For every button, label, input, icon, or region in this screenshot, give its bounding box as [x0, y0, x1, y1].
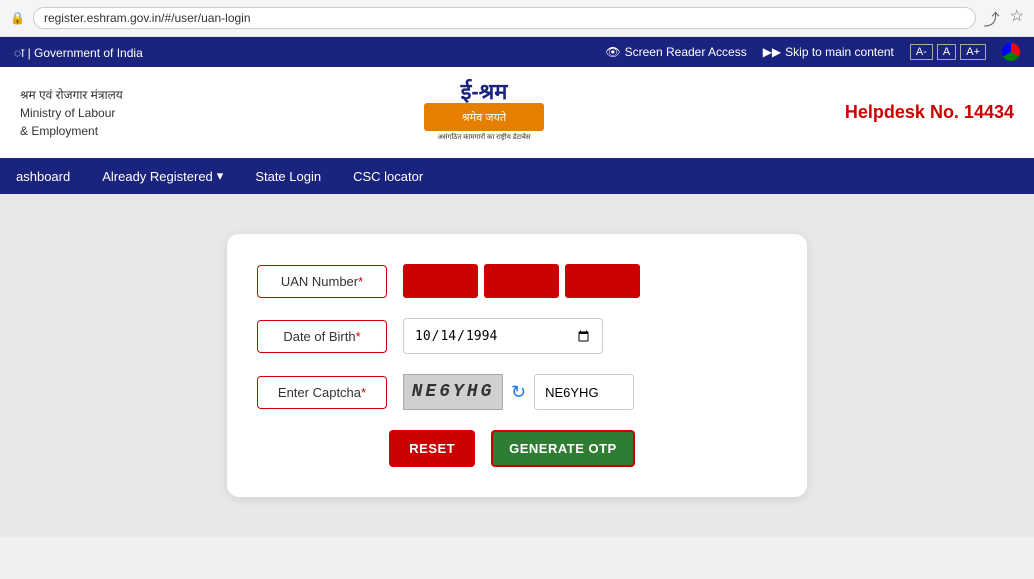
font-normal-button[interactable]: A — [937, 44, 956, 60]
login-form-card: UAN Number* Date of Birth* Enter Captcha… — [227, 234, 807, 497]
top-bar: ा | Government of India 👁 Screen Reader … — [0, 37, 1034, 67]
screen-reader-link[interactable]: 👁 Screen Reader Access — [605, 45, 746, 59]
captcha-text-input[interactable] — [534, 374, 634, 410]
share-icon[interactable]: ⤴ — [984, 6, 1000, 30]
uan-label: UAN Number* — [257, 265, 387, 298]
ministry-english-2: & Employment — [20, 122, 123, 140]
uan-inputs-group — [403, 264, 640, 298]
nav-dashboard[interactable]: ashboard — [0, 159, 86, 194]
nav-state-login-label: State Login — [255, 169, 321, 184]
ministry-info: श्रम एवं रोजगार मंत्रालय Ministry of Lab… — [20, 86, 123, 140]
site-logo: ई-श्रम श्रमेव जयते असंगठित कामगारों का र… — [414, 75, 554, 150]
star-icon[interactable]: ☆ — [1010, 6, 1024, 30]
uan-part-3-input[interactable] — [565, 264, 640, 298]
ministry-english-1: Ministry of Labour — [20, 104, 123, 122]
url-bar[interactable]: register.eshram.gov.in/#/user/uan-login — [33, 7, 976, 29]
dob-input[interactable] — [403, 318, 603, 354]
generate-otp-button[interactable]: GENERATE OTP — [491, 430, 635, 467]
nav-state-login[interactable]: State Login — [239, 159, 337, 194]
dob-row: Date of Birth* — [257, 318, 767, 354]
captcha-image: NE6YHG — [403, 374, 503, 410]
color-circle — [1002, 43, 1020, 61]
font-decrease-button[interactable]: A- — [910, 44, 933, 60]
gov-label: ा | Government of India — [14, 44, 143, 61]
nav-csc-locator-label: CSC locator — [353, 169, 423, 184]
uan-row: UAN Number* — [257, 264, 767, 298]
skip-to-main-link[interactable]: ▶▶ Skip to main content — [763, 45, 894, 59]
browser-bar: 🔒 register.eshram.gov.in/#/user/uan-logi… — [0, 0, 1034, 37]
captcha-row: Enter Captcha* NE6YHG ↻ — [257, 374, 767, 410]
captcha-required-mark: * — [361, 385, 366, 400]
dob-required-mark: * — [356, 329, 361, 344]
screen-reader-icon: 👁 — [605, 45, 620, 59]
svg-text:असंगठित कामगारों का राष्ट्रीय: असंगठित कामगारों का राष्ट्रीय डेटाबेस — [437, 132, 530, 141]
nav-already-registered[interactable]: Already Registered ▾ — [86, 158, 239, 194]
captcha-refresh-button[interactable]: ↻ — [511, 382, 526, 403]
svg-text:ई-श्रम: ई-श्रम — [459, 78, 508, 104]
uan-part-2-input[interactable] — [484, 264, 559, 298]
site-header: श्रम एवं रोजगार मंत्रालय Ministry of Lab… — [0, 67, 1034, 158]
captcha-label: Enter Captcha* — [257, 376, 387, 409]
font-controls: A- A A+ — [910, 44, 986, 60]
uan-required-mark: * — [358, 274, 363, 289]
main-content: UAN Number* Date of Birth* Enter Captcha… — [0, 194, 1034, 537]
svg-text:श्रमेव जयते: श्रमेव जयते — [462, 111, 507, 124]
dropdown-arrow-icon: ▾ — [217, 168, 224, 184]
skip-icon: ▶▶ — [763, 45, 781, 59]
eshram-logo-svg: ई-श्रम श्रमेव जयते असंगठित कामगारों का र… — [414, 75, 554, 145]
ministry-hindi: श्रम एवं रोजगार मंत्रालय — [20, 86, 123, 104]
nav-already-registered-label: Already Registered — [102, 169, 213, 184]
nav-dashboard-label: ashboard — [16, 169, 70, 184]
nav-bar: ashboard Already Registered ▾ State Logi… — [0, 158, 1034, 194]
reset-button[interactable]: RESET — [389, 430, 475, 467]
dob-label: Date of Birth* — [257, 320, 387, 353]
font-increase-button[interactable]: A+ — [960, 44, 986, 60]
nav-csc-locator[interactable]: CSC locator — [337, 159, 439, 194]
lock-icon: 🔒 — [10, 11, 25, 25]
form-buttons: RESET GENERATE OTP — [257, 430, 767, 467]
uan-part-1-input[interactable] — [403, 264, 478, 298]
captcha-controls: NE6YHG ↻ — [403, 374, 634, 410]
helpdesk-number: Helpdesk No. 14434 — [845, 102, 1014, 123]
